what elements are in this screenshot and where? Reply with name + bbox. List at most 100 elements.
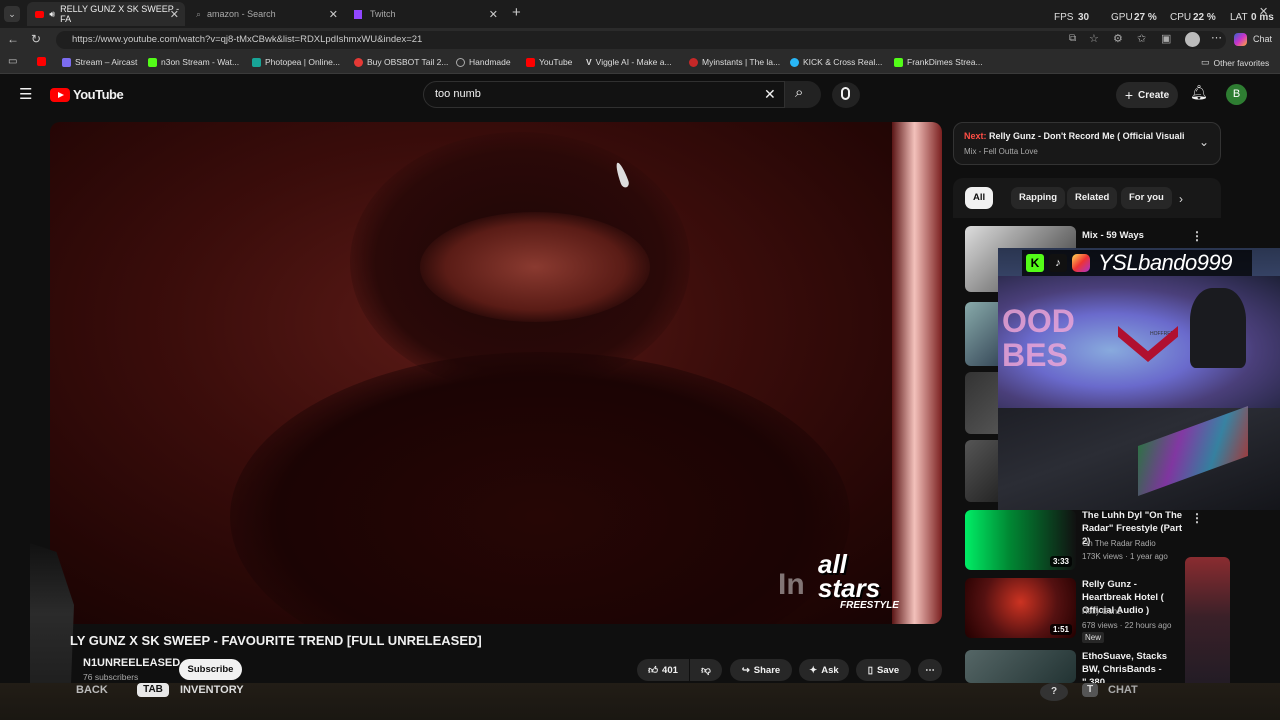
next-title: Relly Gunz - Don't Record Me ( Official … — [989, 131, 1184, 141]
obsbot-icon — [354, 57, 363, 67]
watermark-text: all stars — [818, 549, 881, 603]
search-button[interactable]: ⌕ — [785, 81, 821, 108]
bookmark-label: Photopea | Online... — [265, 57, 340, 67]
inventory-label[interactable]: INVENTORY — [180, 684, 244, 696]
tab-youtube[interactable]: 🔊︎ RELLY GUNZ X SK SWEEP - FA ✕ — [27, 2, 185, 26]
close-tab-icon[interactable]: ✕ — [170, 8, 179, 21]
cpu-label: CPU — [1170, 12, 1192, 23]
youtube-logo[interactable]: YouTube — [50, 87, 124, 102]
bookmark-item[interactable]: Myinstants | The la... — [689, 57, 780, 67]
avatar-letter: B — [1232, 88, 1241, 100]
search-icon: ⌕ — [795, 84, 804, 101]
thumbs-up-icon: 👍︎ — [648, 665, 659, 676]
webcam-overlay: K ♪ YSLbando999 OOD BES HOFFREE — [998, 248, 1280, 510]
profile-avatar[interactable] — [1185, 32, 1200, 47]
window-close-icon[interactable]: ✕ — [1259, 5, 1268, 18]
search-favicon-icon: ⌕ — [196, 8, 202, 19]
chevron-down-icon[interactable]: ⌄ — [1199, 135, 1209, 149]
more-vertical-icon[interactable]: ⋮ — [1191, 229, 1203, 243]
chat-label[interactable]: Chat — [1253, 34, 1272, 44]
tab-key: TAB — [137, 683, 169, 697]
bookmark-item[interactable]: Stream – Aircast — [62, 57, 137, 67]
related-video-channel[interactable]: Relly Gunz — [1082, 607, 1121, 616]
notifications-bell-icon[interactable]: 🔔︎ — [1190, 84, 1208, 101]
extensions-icon[interactable]: ⚙ — [1113, 32, 1123, 45]
webcam-dog — [1190, 288, 1246, 368]
share-button[interactable]: ↪ Share — [730, 659, 792, 681]
video-thumbnail[interactable]: 3:33 — [965, 510, 1076, 570]
game-hud-bar: BACK TAB INVENTORY ? T CHAT — [0, 683, 1280, 720]
lat-label: LAT — [1230, 12, 1248, 23]
bookmark-item[interactable]: KICK & Cross Real... — [790, 57, 882, 67]
account-avatar[interactable]: B — [1226, 84, 1247, 105]
video-thumbnail[interactable] — [965, 650, 1076, 683]
voice-search-button[interactable] — [832, 82, 860, 108]
save-label: Save — [877, 664, 900, 676]
related-video-title[interactable]: Mix - 59 Ways — [1082, 229, 1144, 242]
channel-name[interactable]: N1UNREELEASED — [83, 657, 180, 669]
bookmark-label: Viggle AI - Make a... — [595, 57, 672, 67]
tab-list-dropdown-icon[interactable]: ⌄ — [4, 6, 20, 22]
like-button[interactable]: 👍︎ 401 — [637, 659, 689, 681]
speaker-icon[interactable]: 🔊︎ — [49, 9, 55, 20]
reading-view-icon[interactable]: ▭ — [8, 56, 17, 67]
address-bar-row: ← ↻ https://www.youtube.com/watch?v=qj8-… — [0, 28, 1280, 52]
channel-watermark: In all stars FREESTYLE — [778, 549, 938, 616]
subscriber-count: 76 subscribers — [83, 672, 139, 682]
up-next-panel[interactable]: Next: Relly Gunz - Don't Record Me ( Off… — [953, 122, 1221, 165]
ask-button[interactable]: ✦ Ask — [799, 659, 849, 681]
video-title: LY GUNZ X SK SWEEP - FAVOURITE TREND [FU… — [70, 633, 482, 648]
close-tab-icon[interactable]: ✕ — [489, 8, 498, 21]
chevron-right-icon[interactable]: › — [1179, 192, 1183, 206]
tab-amazon[interactable]: ⌕ amazon - Search ✕ — [188, 2, 344, 26]
back-icon[interactable]: ← — [7, 32, 19, 46]
folder-icon: ▭ — [1201, 57, 1210, 67]
chip-all[interactable]: All — [965, 187, 994, 209]
instagram-icon — [1072, 254, 1090, 272]
bookmark-item[interactable]: n3on Stream - Wat... — [148, 57, 239, 67]
video-thumbnail[interactable]: 1:51 — [965, 578, 1076, 638]
collections-icon[interactable]: ▣ — [1161, 32, 1171, 45]
video-player[interactable]: In all stars FREESTYLE — [50, 122, 942, 624]
more-actions-button[interactable]: ⋯ — [918, 659, 942, 681]
chat-label[interactable]: CHAT — [1108, 684, 1138, 696]
watermark-subtext: FREESTYLE — [840, 600, 899, 611]
bookmark-item[interactable]: FrankDimes Strea... — [894, 57, 983, 67]
bookmark-item[interactable]: Buy OBSBOT Tail 2... — [354, 57, 448, 67]
fps-label: FPS — [1054, 12, 1074, 23]
hamburger-menu-icon[interactable]: ☰ — [19, 85, 32, 103]
save-button[interactable]: ▯ Save — [856, 659, 911, 681]
kick-icon: K — [1026, 254, 1044, 272]
ask-label: Ask — [821, 664, 839, 676]
chip-for-you[interactable]: For you — [1121, 187, 1172, 209]
copilot-icon[interactable] — [1234, 33, 1247, 46]
more-menu-icon[interactable]: ⋯ — [1211, 31, 1222, 44]
new-tab-button[interactable]: + — [512, 4, 521, 21]
clear-search-icon[interactable]: ✕ — [764, 86, 776, 103]
favorite-star-icon[interactable]: ☆ — [1089, 32, 1099, 45]
bookmark-item[interactable]: V Viggle AI - Make a... — [586, 57, 672, 67]
close-tab-icon[interactable]: ✕ — [329, 8, 338, 21]
search-input[interactable]: too numb — [423, 81, 785, 108]
tab-twitch[interactable]: Twitch ✕ — [346, 2, 504, 26]
bookmark-item[interactable] — [37, 57, 46, 66]
other-favorites[interactable]: ▭ Other favorites — [1201, 57, 1269, 68]
chip-related[interactable]: Related — [1067, 187, 1118, 209]
url-field[interactable]: https://www.youtube.com/watch?v=qj8-tMxC… — [56, 31, 1226, 49]
related-video-channel[interactable]: On The Radar Radio — [1082, 539, 1156, 548]
bookmark-item[interactable]: Handmade — [456, 57, 511, 67]
url-text: https://www.youtube.com/watch?v=qj8-tMxC… — [72, 34, 423, 45]
chip-rapping[interactable]: Rapping — [1011, 187, 1065, 209]
more-vertical-icon[interactable]: ⋮ — [1191, 511, 1203, 525]
subscribe-button[interactable]: Subscribe — [179, 659, 242, 680]
bookmark-item[interactable]: Photopea | Online... — [252, 57, 340, 67]
refresh-icon[interactable]: ↻ — [31, 32, 41, 46]
dislike-button[interactable]: 👎︎ — [690, 659, 722, 681]
video-figure-face — [420, 212, 650, 322]
favorites-icon[interactable]: ✩ — [1137, 32, 1146, 45]
video-duration: 1:51 — [1049, 624, 1072, 635]
create-button[interactable]: + Create — [1116, 82, 1178, 108]
back-label[interactable]: BACK — [76, 684, 108, 696]
bookmark-item[interactable]: YouTube — [526, 57, 572, 67]
open-in-app-icon[interactable]: ⧉ — [1069, 33, 1076, 44]
